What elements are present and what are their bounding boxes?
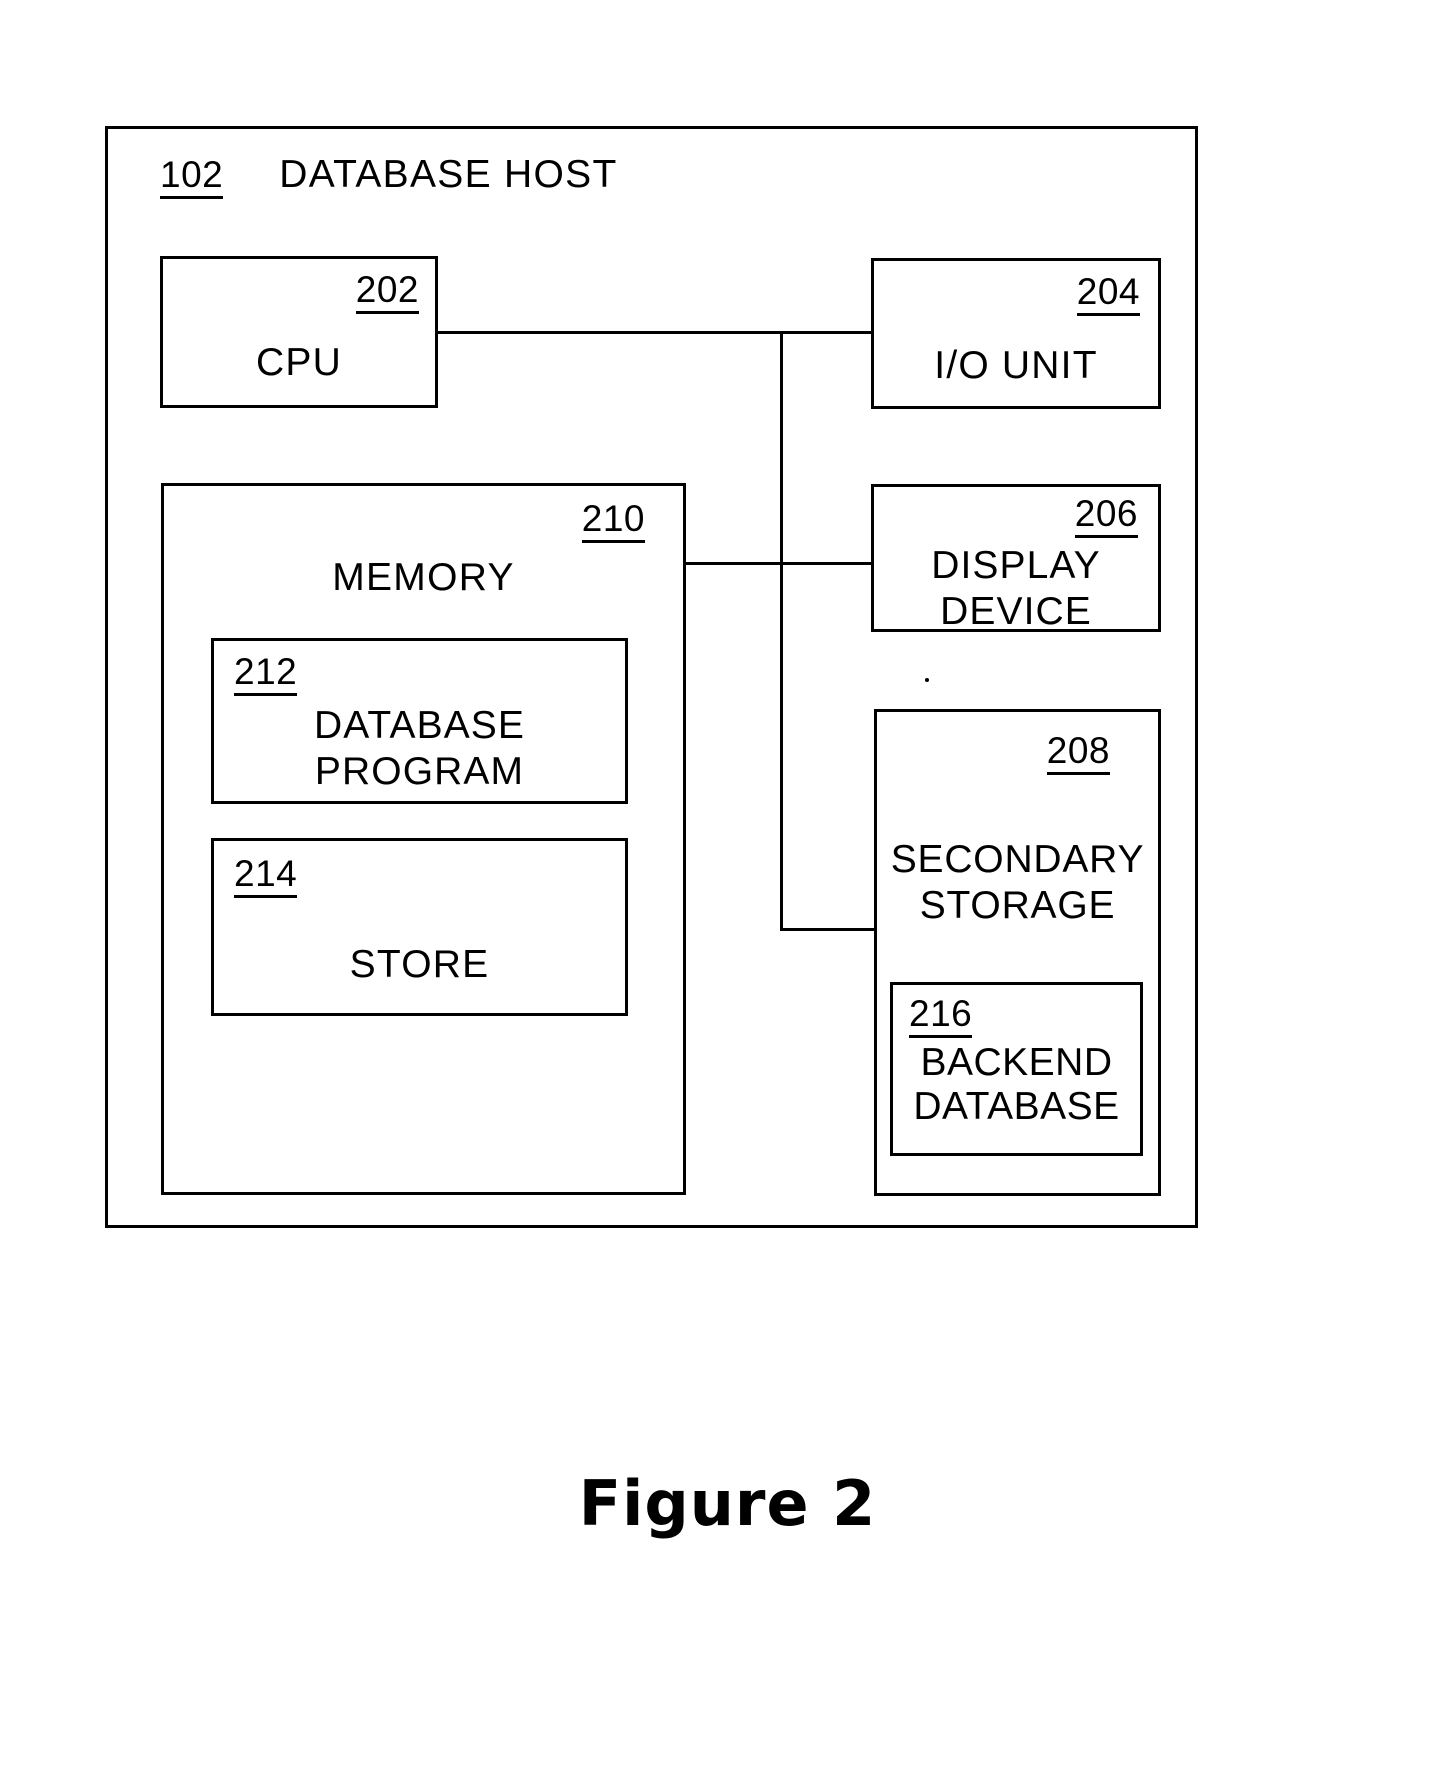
host-reference-number: 102 [160,156,224,199]
connector-vertical-bus [780,331,783,931]
secondary-storage-label-line2: STORAGE [919,883,1116,927]
secondary-storage-label-line1: SECONDARY [890,838,1145,881]
backend-database-label: BACKEND DATABASE [893,1041,1140,1130]
connector-memory-to-display [686,562,874,565]
memory-label: MEMORY [332,556,515,599]
display-device-label-line1: DISPLAY [931,544,1101,587]
io-unit-label: I/O UNIT [934,344,1098,387]
backend-database-reference-number: 216 [909,995,973,1038]
memory-reference-number: 210 [581,500,645,543]
database-program-block: 212 DATABASE PROGRAM [211,638,628,804]
host-label: DATABASE HOST [279,153,618,196]
database-program-label: DATABASE PROGRAM [214,703,625,795]
io-unit-reference-number: 204 [1076,273,1140,316]
database-program-reference-number: 212 [234,653,298,696]
secondary-storage-reference-number: 208 [1046,732,1110,775]
secondary-storage-label: SECONDARY STORAGE [877,837,1158,928]
database-host-title: 102 DATABASE HOST [160,155,618,199]
cpu-reference-number: 202 [355,271,419,314]
scan-artifact-dot [925,678,929,682]
database-program-label-line1: DATABASE [313,704,526,747]
display-device-reference-number: 206 [1074,495,1138,538]
store-reference-number: 214 [234,855,298,898]
backend-database-label-line1: BACKEND [920,1041,1113,1084]
patent-figure-2: 102 DATABASE HOST 202 CPU 204 I/O UNIT 2… [0,0,1455,1765]
display-device-label: DISPLAY DEVICE [874,543,1158,634]
io-unit-block: 204 I/O UNIT [871,258,1161,409]
store-label: STORE [349,943,490,986]
figure-caption: Figure 2 [578,1467,877,1540]
backend-database-block: 216 BACKEND DATABASE [890,982,1143,1156]
database-program-label-line2: PROGRAM [314,750,525,794]
display-device-block: 206 DISPLAY DEVICE [871,484,1161,634]
connector-bus-to-secondary-storage [780,928,874,931]
display-device-label-line2: DEVICE [940,589,1092,633]
backend-database-label-line2: DATABASE [913,1085,1120,1129]
connector-cpu-to-bus [438,331,874,334]
cpu-label: CPU [256,341,342,384]
store-block: 214 STORE [211,838,628,1016]
cpu-block: 202 CPU [160,256,438,408]
